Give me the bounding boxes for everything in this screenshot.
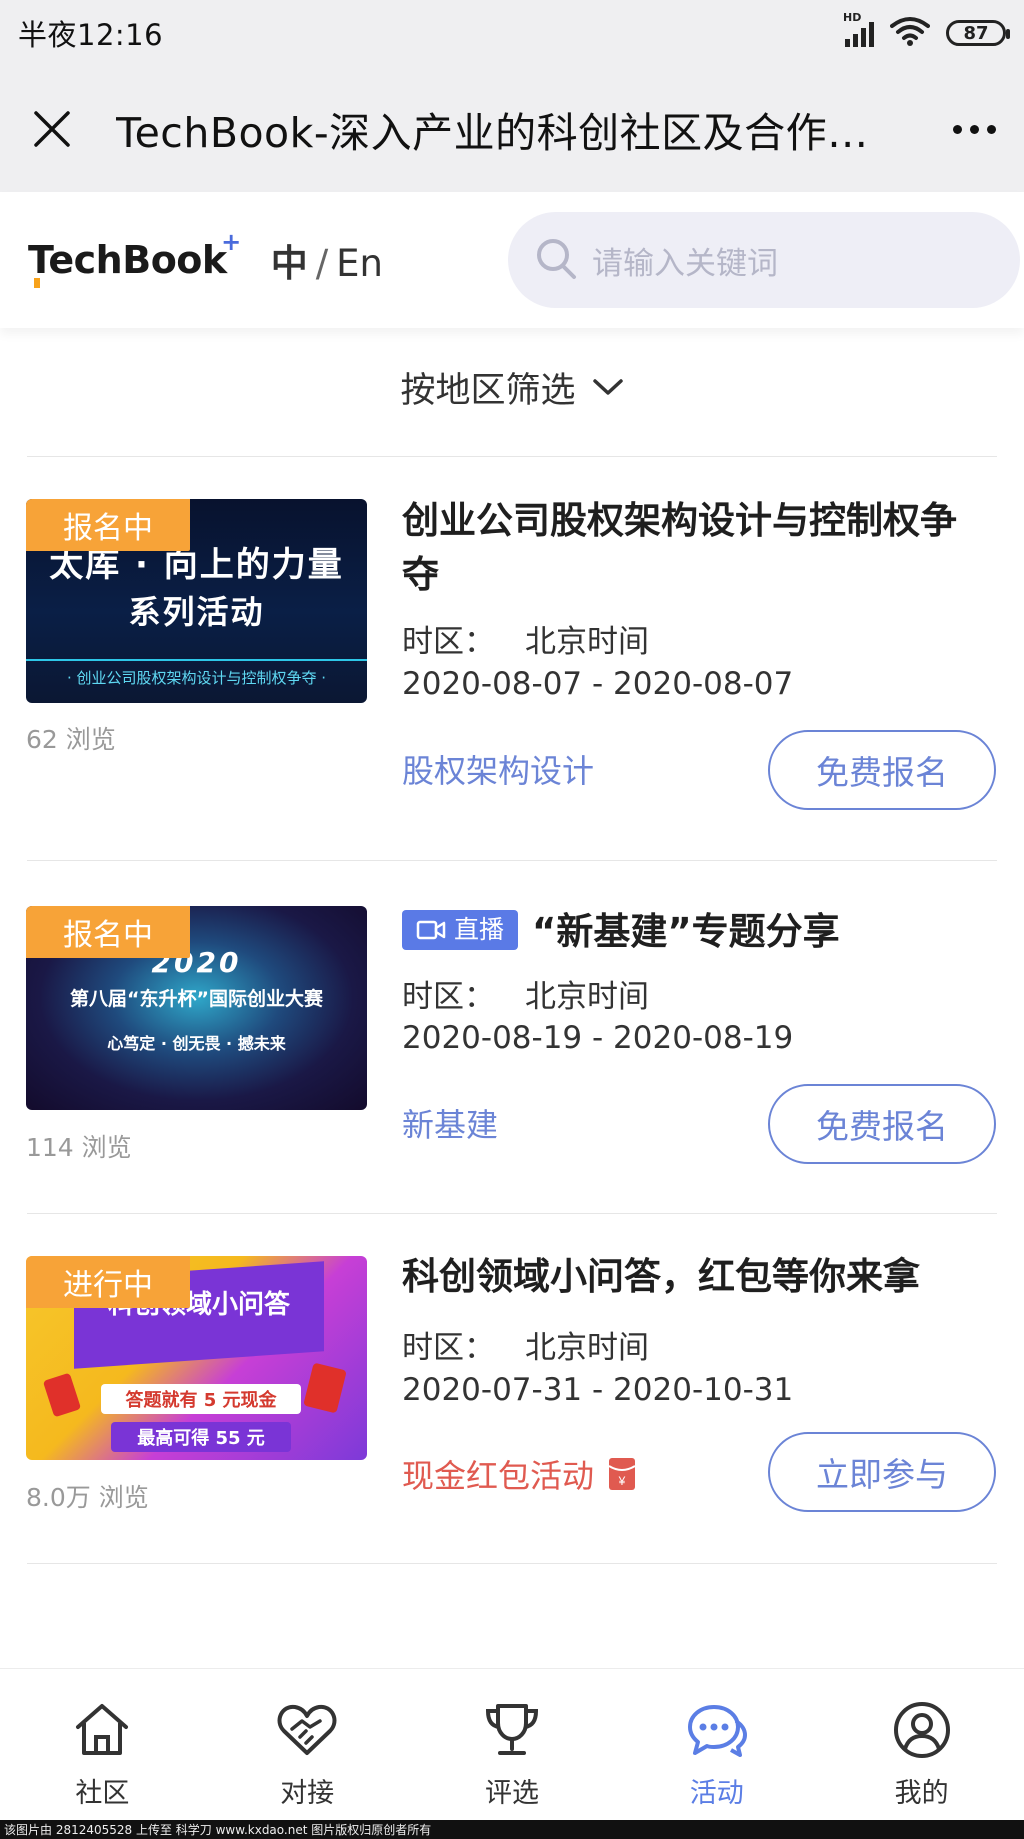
thumb-text-3: 心笃定 · 创无畏 · 撼未来 (107, 1034, 286, 1053)
register-button[interactable]: 免费报名 (768, 1084, 996, 1164)
techbook-logo[interactable]: TechBook + (28, 228, 241, 288)
nav-label: 我的 (894, 1778, 949, 1809)
timezone-value: 北京时间 (525, 979, 649, 1015)
logo-text: TechBook (28, 238, 227, 282)
event-timezone: 时区： 北京时间 (402, 616, 649, 661)
event-date: 2020-08-19 - 2020-08-19 (402, 1020, 794, 1056)
svg-text:¥: ¥ (618, 1474, 626, 1488)
live-badge: 直播 (402, 909, 519, 950)
network-label: HD (843, 11, 862, 24)
timezone-value: 北京时间 (525, 1330, 649, 1366)
event-card[interactable]: 2020 第八届“东升杯”国际创业大赛 心笃定 · 创无畏 · 撼未来 报名中 … (0, 860, 1024, 1213)
event-thumbnail[interactable]: 2020 第八届“东升杯”国际创业大赛 心笃定 · 创无畏 · 撼未来 报名中 (26, 906, 367, 1110)
event-tag[interactable]: 新基建 (402, 1100, 498, 1146)
view-count: 114 浏览 (26, 1133, 132, 1162)
thumb-text-3: · 创业公司股权架构设计与控制权争夺 · (66, 669, 327, 687)
timezone-label: 时区： (402, 979, 495, 1015)
status-badge: 进行中 (26, 1256, 190, 1308)
status-time: 半夜12:16 (18, 18, 164, 52)
page-title: TechBook-深入产业的科创社区及合作… (116, 109, 869, 157)
chevron-down-icon (592, 377, 624, 397)
lang-zh[interactable]: 中 (271, 242, 308, 285)
event-thumbnail[interactable]: 太库 · 向上的力量 系列活动 · 创业公司股权架构设计与控制权争夺 · 报名中 (26, 499, 367, 703)
live-label: 直播 (454, 914, 505, 944)
language-switch: 中 / En (271, 233, 383, 287)
filter-label: 按地区筛选 (400, 370, 576, 411)
timezone-label: 时区： (402, 624, 495, 660)
event-tag-label: 现金红包活动 (402, 1457, 595, 1495)
nav-item-matching[interactable]: 对接 (207, 1701, 407, 1810)
search-placeholder: 请输入关键词 (592, 245, 778, 282)
nav-label: 评选 (484, 1778, 539, 1809)
event-card[interactable]: 科创领域小问答 答题就有 5 元现金 最高可得 55 元 进行中 8.0万 浏览… (0, 1213, 1024, 1563)
user-icon (892, 1701, 952, 1763)
site-header: TechBook + 中 / En 请输入关键词 (0, 192, 1024, 328)
event-title[interactable]: 科创领域小问答，红包等你来拿 (402, 1250, 992, 1304)
status-bar: 半夜12:16 HD 87 (0, 0, 1024, 66)
trophy-icon (482, 1701, 542, 1763)
event-thumbnail[interactable]: 科创领域小问答 答题就有 5 元现金 最高可得 55 元 进行中 (26, 1256, 367, 1460)
thumb-text-2: 系列活动 (128, 593, 265, 631)
event-date: 2020-08-07 - 2020-08-07 (402, 666, 794, 702)
video-icon (416, 920, 446, 939)
home-icon (72, 1701, 132, 1763)
close-icon[interactable] (28, 105, 76, 153)
join-button[interactable]: 立即参与 (768, 1432, 996, 1512)
nav-label: 对接 (280, 1778, 335, 1809)
red-envelope-icon (42, 1372, 82, 1418)
logo-plus-icon: + (221, 228, 241, 256)
nav-item-profile[interactable]: 我的 (822, 1701, 1022, 1810)
nav-item-events[interactable]: 活动 (617, 1701, 817, 1810)
nav-item-community[interactable]: 社区 (2, 1701, 202, 1810)
event-timezone: 时区： 北京时间 (402, 971, 649, 1016)
region-filter[interactable]: 按地区筛选 (0, 355, 1024, 419)
timezone-value: 北京时间 (525, 624, 649, 660)
thumb-text-2: 第八届“东升杯”国际创业大赛 (70, 988, 323, 1010)
event-title[interactable]: 创业公司股权架构设计与控制权争夺 (402, 494, 992, 602)
lang-separator: / (315, 242, 329, 285)
event-title[interactable]: 直播 “新基建”专题分享 (402, 905, 992, 959)
signal-icon: HD (843, 11, 874, 47)
watermark: 该图片由 2812405528 上传至 科学刀 www.kxdao.net 图片… (0, 1820, 1024, 1839)
bottom-nav: 社区 对接 评选 活动 我的 (0, 1668, 1024, 1820)
timezone-label: 时区： (402, 1330, 495, 1366)
nav-item-selection[interactable]: 评选 (412, 1701, 612, 1810)
handshake-icon (276, 1701, 338, 1763)
search-icon (534, 236, 578, 284)
wifi-icon (890, 16, 930, 50)
event-card[interactable]: 太库 · 向上的力量 系列活动 · 创业公司股权架构设计与控制权争夺 · 报名中… (0, 456, 1024, 860)
thumb-text-2: 答题就有 5 元现金 (101, 1384, 301, 1414)
red-packet-icon: ¥ (608, 1457, 636, 1491)
logo-accent (34, 278, 40, 288)
nav-label: 活动 (689, 1778, 744, 1809)
lang-en[interactable]: En (336, 242, 383, 285)
event-timezone: 时区： 北京时间 (402, 1322, 649, 1367)
event-tag[interactable]: 现金红包活动 ¥ (402, 1451, 636, 1497)
thumb-text-3: 最高可得 55 元 (111, 1422, 291, 1452)
status-badge: 报名中 (26, 499, 190, 551)
event-title-text: “新基建”专题分享 (532, 910, 840, 953)
nav-label: 社区 (75, 1778, 130, 1809)
event-date: 2020-07-31 - 2020-10-31 (402, 1372, 794, 1408)
status-badge: 报名中 (26, 906, 190, 958)
thumb-glow-line (26, 659, 367, 661)
webview-title-bar: TechBook-深入产业的科创社区及合作… (0, 66, 1024, 192)
status-icons: HD 87 (843, 11, 1010, 50)
search-input[interactable]: 请输入关键词 (508, 212, 1020, 308)
red-envelope-icon (303, 1362, 347, 1414)
battery-indicator: 87 (946, 20, 1010, 46)
event-tag[interactable]: 股权架构设计 (402, 746, 594, 792)
more-icon[interactable] (953, 124, 996, 134)
view-count: 8.0万 浏览 (26, 1483, 149, 1512)
chat-icon (686, 1701, 748, 1763)
divider (27, 1563, 997, 1564)
register-button[interactable]: 免费报名 (768, 730, 996, 810)
view-count: 62 浏览 (26, 725, 116, 754)
